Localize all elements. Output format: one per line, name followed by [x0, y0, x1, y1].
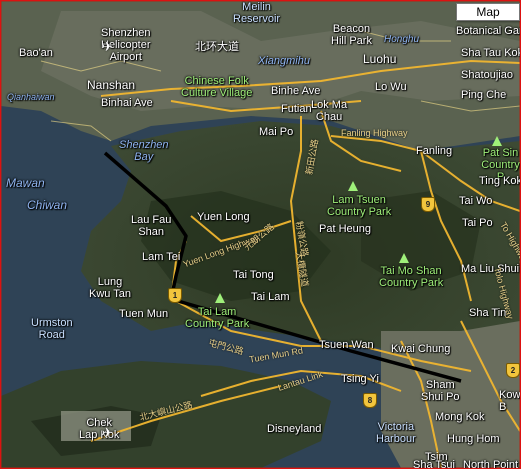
- label-chinese-folk: Chinese Folk Culture Village: [181, 75, 253, 99]
- label-lok-ma-chau: Lok Ma Chau: [311, 99, 348, 123]
- tree-icon: [492, 136, 502, 146]
- tree-icon: [399, 253, 409, 263]
- label-victoria-harbour: Victoria Harbour: [376, 421, 416, 445]
- label-pat-heung: Pat Heung: [319, 223, 371, 235]
- label-beihuan: 北环大道: [195, 41, 239, 53]
- airplane-icon: ✈: [102, 425, 113, 440]
- route-shield-icon: 8: [363, 393, 377, 408]
- airplane-icon: ✈: [102, 39, 113, 54]
- label-futian: Futian: [281, 103, 312, 115]
- label-meilin-reservoir: Meilin Reservoir: [233, 1, 281, 25]
- label-lau-fau-shan: Lau Fau Shan: [131, 214, 172, 238]
- label-lung-kwu-tan: Lung Kwu Tan: [89, 276, 131, 300]
- label-ping-che: Ping Che: [461, 89, 507, 101]
- label-hung-hom: Hung Hom: [447, 433, 500, 445]
- label-lam-tei: Lam Tei: [142, 251, 181, 263]
- label-north-point: North Point: [463, 459, 519, 469]
- label-honghu: Honghu: [384, 34, 420, 45]
- label-sha-tau-kok: Sha Tau Kok: [461, 47, 521, 59]
- label-sham-shui-po: Sham Shui Po: [421, 379, 460, 403]
- label-mai-po: Mai Po: [259, 126, 294, 138]
- label-binhai-ave: Binhai Ave: [101, 97, 153, 109]
- label-botanical-gar: Botanical Gar: [456, 25, 521, 37]
- label-ting-kok: Ting Kok: [479, 175, 521, 187]
- label-yuen-long: Yuen Long: [197, 211, 250, 223]
- label-mong-kok: Mong Kok: [435, 411, 485, 423]
- label-shatoujiao: Shatoujiao: [461, 69, 513, 81]
- label-tai-tong: Tai Tong: [233, 269, 274, 281]
- label-tsing-yi: Tsing Yi: [341, 373, 379, 385]
- map-type-button[interactable]: Map: [456, 3, 520, 21]
- label-tai-lam-cp: Tai Lam Country Park: [185, 306, 250, 330]
- label-kowloon: Kow B: [499, 389, 521, 413]
- label-qianhaiwan: Qianhaiwan: [7, 92, 55, 102]
- tree-icon: [348, 181, 358, 191]
- label-mawan: Mawan: [6, 176, 45, 190]
- label-chiwan: Chiwan: [27, 198, 68, 212]
- map-view[interactable]: Map Meilin Reservoir Beacon Hill Park Bo…: [0, 0, 521, 469]
- route-shield-icon: 9: [421, 197, 435, 212]
- label-kwai-chung: Kwai Chung: [391, 343, 451, 355]
- label-shenzhen-bay: Shenzhen Bay: [119, 139, 169, 163]
- label-sha-tsui: Sha Tsui: [413, 459, 455, 469]
- label-chek-lap-kok: Chek Lap Kok: [79, 417, 120, 441]
- label-luohu: Luohu: [363, 52, 397, 66]
- label-lam-tsuen: Lam Tsuen Country Park: [327, 194, 392, 218]
- tree-icon: [215, 293, 225, 303]
- label-tai-mo-shan: Tai Mo Shan Country Park: [379, 265, 444, 289]
- label-disneyland: Disneyland: [267, 423, 322, 435]
- label-bao-an: Bao'an: [19, 47, 53, 59]
- route-shield-icon: 2: [506, 363, 520, 378]
- label-lo-wu: Lo Wu: [375, 81, 407, 93]
- label-sha-tin: Sha Tin: [469, 307, 507, 319]
- label-ma-liu-shui: Ma Liu Shui: [461, 263, 520, 275]
- label-tsuen-wan: Tsuen Wan: [319, 339, 374, 351]
- label-fanling: Fanling: [416, 145, 453, 157]
- label-tai-lam: Tai Lam: [251, 291, 290, 303]
- label-tuen-mun: Tuen Mun: [119, 308, 169, 320]
- label-xiangmihu: Xiangmihu: [258, 55, 310, 67]
- label-tai-wo: Tai Wo: [459, 195, 493, 207]
- label-tai-po: Tai Po: [462, 217, 493, 229]
- label-nanshan: Nanshan: [87, 78, 136, 92]
- label-beacon-hill-park: Beacon Hill Park: [331, 23, 372, 47]
- label-urmston-road: Urmston Road: [31, 317, 73, 341]
- label-fanling-highway: Fanling Highway: [341, 128, 408, 138]
- label-binhe-ave: Binhe Ave: [271, 85, 321, 97]
- route-shield-icon: 1: [168, 288, 182, 303]
